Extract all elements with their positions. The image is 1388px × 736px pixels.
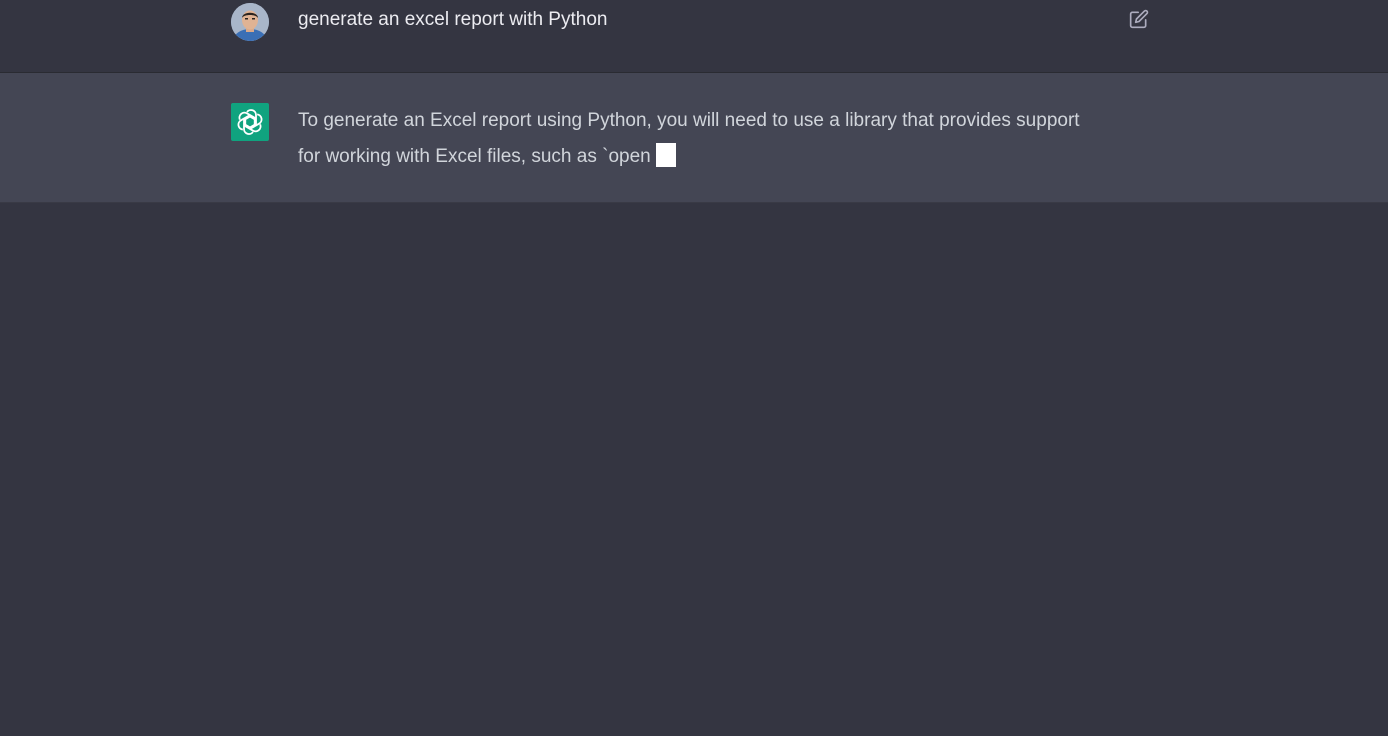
user-avatar-photo xyxy=(231,3,269,41)
assistant-message-content: To generate an Excel report using Python… xyxy=(298,110,1080,167)
openai-logo-icon xyxy=(231,103,269,141)
user-message-text: generate an excel report with Python xyxy=(298,9,608,30)
edit-icon[interactable] xyxy=(1129,9,1149,29)
assistant-message-text: To generate an Excel report using Python… xyxy=(298,103,1098,175)
user-avatar xyxy=(231,3,269,41)
user-message-row: generate an excel report with Python xyxy=(0,0,1388,73)
assistant-message-row: To generate an Excel report using Python… xyxy=(0,73,1388,203)
chat-page: generate an excel report with Python To xyxy=(0,0,1388,736)
streaming-cursor xyxy=(655,143,676,167)
